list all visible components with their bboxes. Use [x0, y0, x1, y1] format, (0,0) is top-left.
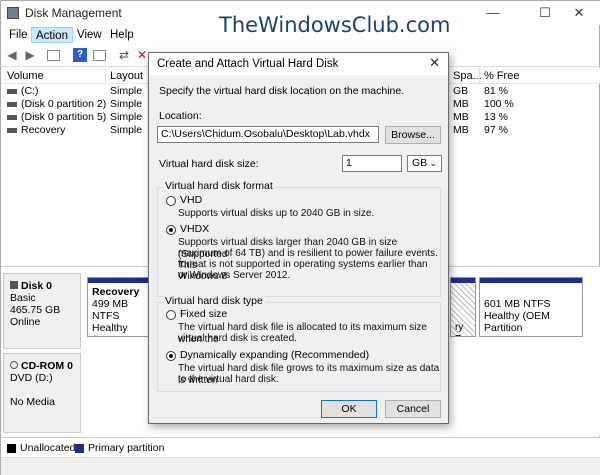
- cdrom-icon: [10, 361, 18, 369]
- chevron-down-icon: ⌄: [429, 158, 437, 168]
- unallocated-swatch: [7, 444, 16, 453]
- browse-button[interactable]: Browse...: [385, 126, 441, 144]
- delete-icon[interactable]: ✕: [135, 48, 149, 62]
- ok-button[interactable]: OK: [321, 400, 377, 418]
- status-bar: [1, 457, 600, 475]
- menu-file[interactable]: File: [5, 27, 32, 43]
- properties-icon[interactable]: [93, 50, 106, 61]
- disk-0-label[interactable]: Disk 0 Basic 465.75 GB Online: [3, 273, 81, 349]
- forward-arrow-icon[interactable]: ▶: [23, 48, 37, 62]
- format-group-label: Virtual hard disk format: [163, 180, 275, 192]
- size-field[interactable]: 1: [342, 155, 402, 172]
- title-bar: Disk Management TheWindowsClub.com — ☐ ✕: [1, 1, 600, 37]
- vhd-label[interactable]: VHD: [180, 194, 202, 206]
- col-volume[interactable]: Volume: [7, 70, 44, 82]
- dynamic-description-line: to the virtual hard disk.: [178, 374, 279, 385]
- dialog-title: Create and Attach Virtual Hard Disk: [157, 58, 339, 70]
- fixed-size-radio[interactable]: [166, 310, 176, 320]
- volume-icon: [7, 88, 17, 94]
- cdrom-0-label[interactable]: CD-ROM 0 DVD (D:) No Media: [3, 353, 81, 433]
- close-button[interactable]: ✕: [557, 1, 600, 25]
- disk-icon: [10, 281, 18, 289]
- legend-unallocated: Unallocated: [20, 442, 76, 454]
- partition-recovery[interactable]: Recovery 499 MB NTFS Healthy (OEM: [87, 277, 151, 337]
- dynamic-expanding-radio[interactable]: [166, 351, 176, 361]
- cancel-button[interactable]: Cancel: [385, 400, 441, 418]
- volume-icon: [7, 101, 17, 107]
- col-percent-free[interactable]: % Free: [484, 70, 519, 82]
- window-title: Disk Management: [25, 6, 122, 20]
- primary-partition-swatch: [75, 444, 84, 453]
- connect-icon[interactable]: ⇄: [117, 48, 131, 62]
- location-label: Location:: [159, 110, 202, 122]
- partition-oem[interactable]: 601 MB NTFS Healthy (OEM Partition: [479, 277, 583, 337]
- col-space[interactable]: Spa...: [453, 70, 482, 82]
- menu-help[interactable]: Help: [106, 27, 138, 43]
- vhdx-description-line: or Windows Server 2012.: [178, 270, 291, 281]
- vhd-radio[interactable]: [166, 196, 176, 206]
- size-label: Virtual hard disk size:: [159, 158, 259, 170]
- menu-view[interactable]: View: [73, 27, 106, 43]
- vhd-description: Supports virtual disks up to 2040 GB in …: [178, 208, 375, 219]
- col-layout[interactable]: Layout: [110, 70, 143, 82]
- vhdx-radio[interactable]: [166, 225, 176, 235]
- type-group-label: Virtual hard disk type: [163, 295, 265, 307]
- partition-selected[interactable]: ry P: [450, 277, 476, 337]
- location-field[interactable]: C:\Users\Chidum.Osobalu\Desktop\Lab.vhdx: [157, 126, 379, 143]
- create-vhd-dialog: Create and Attach Virtual Hard Disk ✕ Sp…: [148, 52, 449, 424]
- console-tree-icon[interactable]: [47, 50, 60, 61]
- disk-management-icon: [7, 7, 19, 19]
- dialog-intro: Specify the virtual hard disk location o…: [159, 85, 405, 97]
- back-arrow-icon[interactable]: ◀: [5, 48, 19, 62]
- dialog-close-button[interactable]: ✕: [429, 55, 440, 71]
- fixed-size-label[interactable]: Fixed size: [180, 308, 227, 320]
- volume-icon: [7, 114, 17, 120]
- menu-bar: File Action View Help: [1, 25, 600, 44]
- dynamic-expanding-label[interactable]: Dynamically expanding (Recommended): [180, 349, 369, 361]
- size-unit-select[interactable]: GB ⌄: [407, 155, 442, 172]
- minimize-button[interactable]: —: [471, 1, 515, 25]
- volume-icon: [7, 127, 17, 133]
- menu-action[interactable]: Action: [31, 27, 73, 43]
- legend-primary-partition: Primary partition: [88, 442, 165, 454]
- fixed-size-description-line: virtual hard disk is created.: [178, 333, 297, 344]
- vhdx-label[interactable]: VHDX: [180, 223, 209, 235]
- help-icon[interactable]: ?: [73, 48, 87, 62]
- legend-bar: Unallocated Primary partition: [1, 437, 600, 457]
- dialog-title-bar: Create and Attach Virtual Hard Disk ✕: [149, 53, 448, 75]
